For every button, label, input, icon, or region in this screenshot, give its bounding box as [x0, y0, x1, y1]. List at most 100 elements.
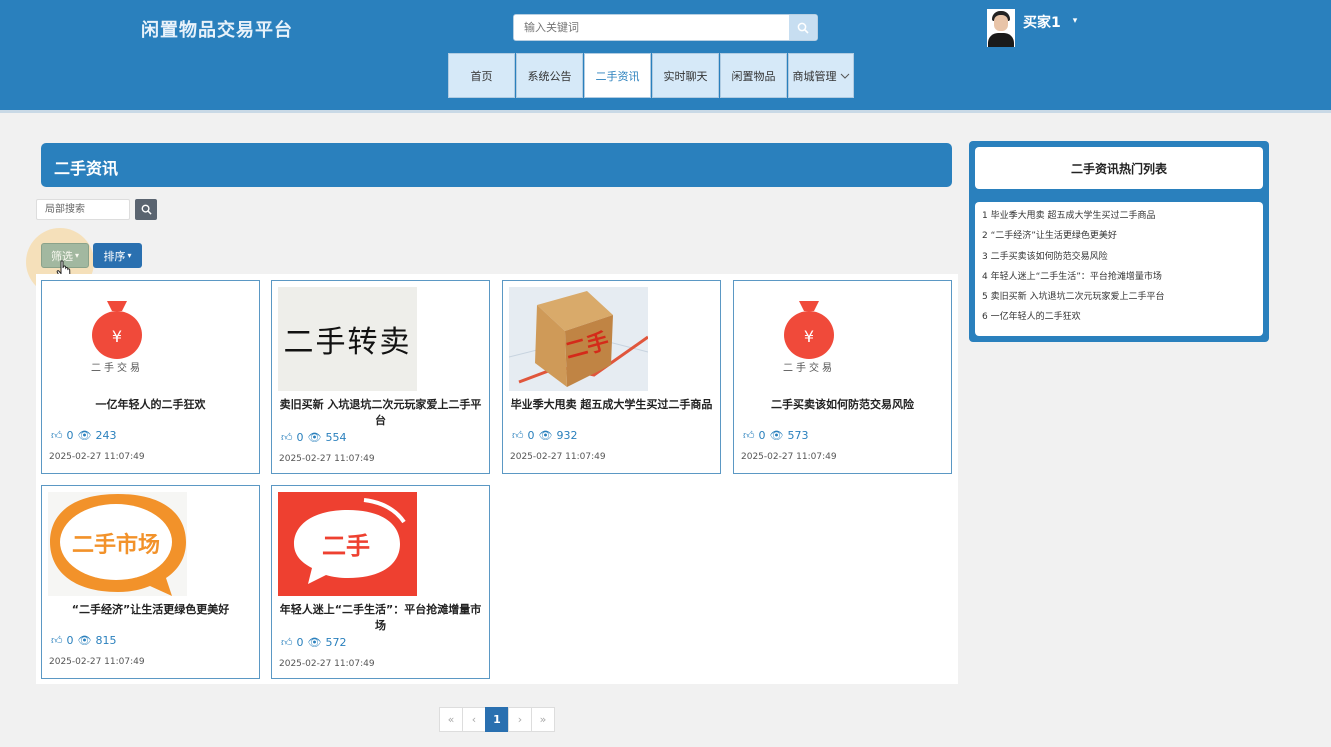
calligraphy-text: 二手转卖	[283, 325, 412, 360]
page-first-button[interactable]: «	[439, 707, 463, 732]
money-bag-icon: ¥ 二手交易	[783, 301, 835, 374]
thumbnail-caption: 二手交易	[783, 361, 835, 374]
eye-icon: 👁︎	[307, 636, 322, 649]
eye-icon: 👁︎	[538, 429, 553, 442]
news-date: 2025-02-27 11:07:49	[49, 657, 145, 667]
username[interactable]: 买家1	[1023, 12, 1061, 32]
eye-icon: 👁︎	[769, 429, 784, 442]
avatar	[987, 9, 1015, 47]
thumbs-up-icon[interactable]: 👍︎	[281, 431, 293, 444]
hot-list-panel: 二手资讯热门列表 1 毕业季大甩卖 超五成大学生买过二手商品 2 “二手经济”让…	[969, 141, 1269, 342]
user-menu[interactable]: 买家1 ▾	[987, 9, 1077, 47]
news-title[interactable]: 毕业季大甩卖 超五成大学生买过二手商品	[509, 397, 714, 413]
chevron-down-icon[interactable]: ▾	[1073, 16, 1078, 26]
search-icon	[141, 204, 152, 215]
nav-shop-admin[interactable]: 商城管理	[788, 53, 854, 98]
bubble-text: 二手	[322, 532, 370, 560]
sort-label: 排序	[103, 249, 126, 263]
chevron-down-icon	[840, 73, 849, 79]
speech-bubble-image: 二手	[278, 492, 417, 596]
search-button[interactable]	[789, 15, 817, 40]
market-text: 二手市场	[72, 532, 160, 558]
news-thumbnail[interactable]: ¥ 二手交易	[48, 287, 187, 391]
top-header: 闲置物品交易平台 买家1 ▾ 首页 系统公告 二手资讯 实时聊天 闲置物品 商城…	[0, 0, 1331, 113]
hot-list-item[interactable]: 3 二手买卖该如何防范交易风险	[982, 249, 1256, 269]
view-count: 815	[95, 634, 117, 647]
site-title[interactable]: 闲置物品交易平台	[141, 16, 293, 42]
page-next-button[interactable]: ›	[508, 707, 532, 732]
nav-home[interactable]: 首页	[448, 53, 515, 98]
global-search	[513, 14, 818, 41]
section-header: 二手资讯	[41, 143, 952, 187]
thumbs-up-icon[interactable]: 👍︎	[743, 429, 755, 442]
thumbs-up-icon[interactable]: 👍︎	[281, 636, 293, 649]
like-count: 0	[758, 429, 766, 442]
search-icon	[797, 22, 809, 34]
news-stats: 👍︎ 0 👁︎ 572	[279, 636, 348, 649]
like-count: 0	[296, 636, 304, 649]
news-title[interactable]: 卖旧买新 入坑退坑二次元玩家爱上二手平台	[278, 397, 483, 429]
news-card[interactable]: ¥ 二手交易 二手买卖该如何防范交易风险 👍︎ 0 👁︎ 573 2025-02-2…	[733, 280, 952, 474]
news-card[interactable]: 二手市场 “二手经济”让生活更绿色更美好 👍︎ 0 👁︎ 815 2025-02-2…	[41, 485, 260, 679]
news-card[interactable]: 二手转卖 卖旧买新 入坑退坑二次元玩家爱上二手平台 👍︎ 0 👁︎ 554 2025…	[271, 280, 490, 474]
like-count: 0	[296, 431, 304, 444]
hot-list-item[interactable]: 1 毕业季大甩卖 超五成大学生买过二手商品	[982, 208, 1256, 228]
sort-button[interactable]: 排序 ▾	[93, 243, 142, 268]
news-date: 2025-02-27 11:07:49	[49, 452, 145, 462]
view-count: 932	[556, 429, 578, 442]
news-thumbnail[interactable]: 二手市场	[48, 492, 187, 596]
nav-shop-admin-label: 商城管理	[792, 69, 837, 83]
news-date: 2025-02-27 11:07:49	[741, 452, 837, 462]
news-date: 2025-02-27 11:07:49	[510, 452, 606, 462]
eye-icon: 👁︎	[77, 634, 92, 647]
like-count: 0	[527, 429, 535, 442]
view-count: 572	[325, 636, 347, 649]
news-title[interactable]: 二手买卖该如何防范交易风险	[740, 397, 945, 413]
news-card[interactable]: ¥ 二手交易 一亿年轻人的二手狂欢 👍︎ 0 👁︎ 243 2025-02-27 1…	[41, 280, 260, 474]
nav-chat[interactable]: 实时聊天	[652, 53, 719, 98]
hot-list-item[interactable]: 5 卖旧买新 入坑退坑二次元玩家爱上二手平台	[982, 289, 1256, 309]
nav-news[interactable]: 二手资讯	[584, 53, 651, 98]
local-search-input[interactable]: 局部搜索	[36, 199, 130, 220]
hot-list-item[interactable]: 4 年轻人迷上“二手生活”：平台抢滩增量市场	[982, 269, 1256, 289]
view-count: 243	[95, 429, 117, 442]
cardboard-box-image: 二手	[509, 287, 648, 391]
news-stats: 👍︎ 0 👁︎ 243	[49, 429, 118, 442]
page-title: 二手资讯	[54, 159, 119, 178]
thumbnail-caption: 二手交易	[91, 361, 143, 374]
news-title[interactable]: “二手经济”让生活更绿色更美好	[48, 602, 253, 618]
local-search-button[interactable]	[135, 199, 157, 220]
like-count: 0	[66, 634, 74, 647]
news-thumbnail[interactable]: 二手转卖	[278, 287, 417, 391]
news-card[interactable]: 二手 年轻人迷上“二手生活”：平台抢滩增量市场 👍︎ 0 👁︎ 572 2025-0…	[271, 485, 490, 679]
eye-icon: 👁︎	[77, 429, 92, 442]
news-stats: 👍︎ 0 👁︎ 573	[741, 429, 810, 442]
hot-list-item[interactable]: 2 “二手经济”让生活更绿色更美好	[982, 228, 1256, 248]
news-title[interactable]: 年轻人迷上“二手生活”：平台抢滩增量市场	[278, 602, 483, 634]
yen-symbol: ¥	[112, 327, 122, 346]
hot-list: 1 毕业季大甩卖 超五成大学生买过二手商品 2 “二手经济”让生活更绿色更美好 …	[975, 202, 1263, 336]
news-date: 2025-02-27 11:07:49	[279, 659, 375, 669]
hot-list-item[interactable]: 6 一亿年轻人的二手狂欢	[982, 309, 1256, 329]
nav-announcements[interactable]: 系统公告	[516, 53, 583, 98]
news-card[interactable]: 二手 毕业季大甩卖 超五成大学生买过二手商品 👍︎ 0 👁︎ 932 2025-02…	[502, 280, 721, 474]
nav-items[interactable]: 闲置物品	[720, 53, 787, 98]
main-nav: 首页 系统公告 二手资讯 实时聊天 闲置物品 商城管理	[448, 53, 855, 98]
search-input[interactable]	[514, 15, 790, 40]
news-stats: 👍︎ 0 👁︎ 554	[279, 431, 348, 444]
hot-list-title: 二手资讯热门列表	[975, 147, 1263, 189]
thumbs-up-icon[interactable]: 👍︎	[51, 429, 63, 442]
page-prev-button[interactable]: ‹	[462, 707, 486, 732]
news-thumbnail[interactable]: 二手	[278, 492, 417, 596]
thumbs-up-icon[interactable]: 👍︎	[51, 634, 63, 647]
news-thumbnail[interactable]: ¥ 二手交易	[740, 287, 879, 391]
thumbs-up-icon[interactable]: 👍︎	[512, 429, 524, 442]
news-thumbnail[interactable]: 二手	[509, 287, 648, 391]
eye-icon: 👁︎	[307, 431, 322, 444]
page-last-button[interactable]: »	[531, 707, 555, 732]
page-current[interactable]: 1	[485, 707, 509, 732]
news-title[interactable]: 一亿年轻人的二手狂欢	[48, 397, 253, 413]
like-count: 0	[66, 429, 74, 442]
view-count: 573	[787, 429, 809, 442]
news-stats: 👍︎ 0 👁︎ 815	[49, 634, 118, 647]
